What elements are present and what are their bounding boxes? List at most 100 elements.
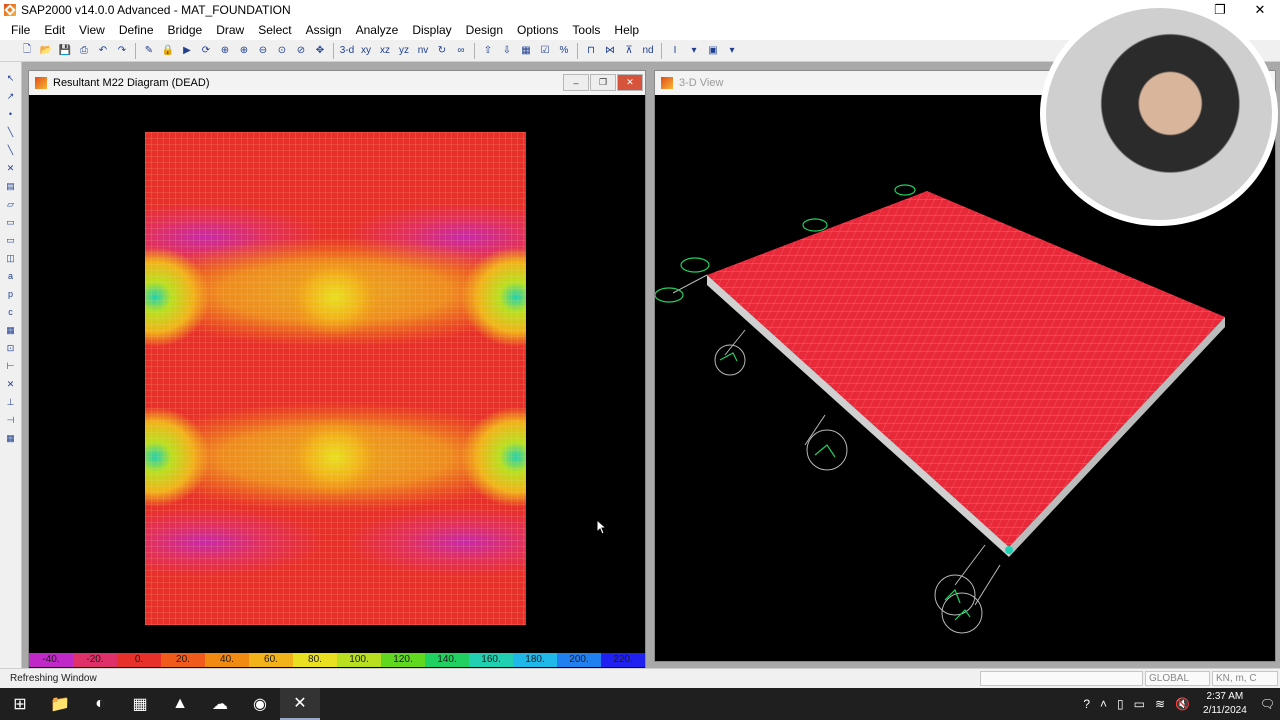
moment-diagram-window[interactable]: Resultant M22 Diagram (DEAD) – ❐ ✕ -40. … bbox=[28, 70, 646, 670]
battery-icon[interactable]: ▭ bbox=[1129, 697, 1150, 711]
down-arrow-icon[interactable]: ⇩ bbox=[498, 42, 516, 60]
m22-contour-map bbox=[145, 132, 526, 625]
refresh-icon[interactable]: ⟳ bbox=[197, 42, 215, 60]
menu-define[interactable]: Define bbox=[112, 23, 161, 37]
snap-fine-grid-icon[interactable]: ▦ bbox=[3, 430, 19, 446]
menu-file[interactable]: File bbox=[4, 23, 37, 37]
undo-icon[interactable]: ↶ bbox=[94, 42, 112, 60]
windows-start-icon[interactable]: ⊞ bbox=[0, 688, 40, 720]
app-icon[interactable]: ☁ bbox=[200, 688, 240, 720]
draw-brace-icon[interactable]: ✕ bbox=[3, 160, 19, 176]
lock-icon[interactable]: 🔒 bbox=[159, 42, 177, 60]
draw-cable-icon[interactable]: ╲ bbox=[3, 142, 19, 158]
chevron-up-icon[interactable]: ˄ bbox=[1095, 697, 1112, 711]
window-minimize-button[interactable]: – bbox=[563, 74, 589, 91]
text-cursor-icon[interactable]: I bbox=[666, 42, 684, 60]
draw-quad-area-icon[interactable]: ▭ bbox=[3, 232, 19, 248]
clear-selection-icon[interactable]: c bbox=[3, 304, 19, 320]
menu-view[interactable]: View bbox=[72, 23, 112, 37]
sap2000-window-icon bbox=[661, 77, 673, 89]
legend-swatch: 140. bbox=[425, 653, 469, 667]
point-icon[interactable]: • bbox=[3, 106, 19, 122]
draw-rect-area-icon[interactable]: ▭ bbox=[3, 214, 19, 230]
menu-bridge[interactable]: Bridge bbox=[161, 23, 210, 37]
zoom-in-icon[interactable]: ⊕ bbox=[235, 42, 253, 60]
frame-icon[interactable]: ⊓ bbox=[582, 42, 600, 60]
dropdown-arrow-icon[interactable]: ▾ bbox=[723, 42, 741, 60]
zoom-window-icon[interactable]: ⊕ bbox=[216, 42, 234, 60]
dropdown-arrow-icon[interactable]: ▾ bbox=[685, 42, 703, 60]
zoom-previous-icon[interactable]: ⊘ bbox=[292, 42, 310, 60]
zoom-out-icon[interactable]: ⊖ bbox=[254, 42, 272, 60]
volume-muted-icon[interactable]: 🔇 bbox=[1170, 697, 1195, 711]
brace-icon[interactable]: ⋈ bbox=[601, 42, 619, 60]
percent-icon[interactable]: % bbox=[555, 42, 573, 60]
view-nd-button[interactable]: nd bbox=[639, 42, 657, 60]
notification-icon[interactable]: 🗨 bbox=[1255, 697, 1280, 711]
intersecting-line-icon[interactable]: ▦ bbox=[3, 322, 19, 338]
draw-section-icon[interactable]: ▤ bbox=[3, 178, 19, 194]
up-arrow-icon[interactable]: ⇧ bbox=[479, 42, 497, 60]
draw-solid-icon[interactable]: ◫ bbox=[3, 250, 19, 266]
pan-icon[interactable]: ✥ bbox=[311, 42, 329, 60]
sap2000-taskbar-icon[interactable]: ✕ bbox=[280, 688, 320, 720]
view-yz-button[interactable]: yz bbox=[395, 42, 413, 60]
snap-ends-icon[interactable]: ⊢ bbox=[3, 358, 19, 374]
view-xy-button[interactable]: xy bbox=[357, 42, 375, 60]
menu-assign[interactable]: Assign bbox=[299, 23, 349, 37]
redo-icon[interactable]: ↷ bbox=[113, 42, 131, 60]
menu-options[interactable]: Options bbox=[510, 23, 565, 37]
edge-browser-icon[interactable]: ◐ bbox=[80, 688, 120, 720]
file-explorer-icon[interactable]: 📁 bbox=[40, 688, 80, 720]
close-button[interactable]: ✕ bbox=[1240, 0, 1280, 20]
wifi-icon[interactable]: ≋ bbox=[1150, 697, 1170, 711]
member-icon[interactable]: ⊼ bbox=[620, 42, 638, 60]
coord-system-select[interactable]: GLOBAL bbox=[1145, 671, 1210, 686]
menu-help[interactable]: Help bbox=[607, 23, 646, 37]
new-model-icon[interactable]: 🗋 bbox=[18, 42, 36, 60]
display-options-icon[interactable]: ▣ bbox=[704, 42, 722, 60]
checkbox-icon[interactable]: ☑ bbox=[536, 42, 554, 60]
status-bar: Refreshing Window GLOBAL KN, m, C bbox=[0, 668, 1280, 688]
menu-edit[interactable]: Edit bbox=[37, 23, 72, 37]
snap-lines-icon[interactable]: ⊣ bbox=[3, 412, 19, 428]
autodesk-icon[interactable]: ▲ bbox=[160, 688, 200, 720]
menu-analyze[interactable]: Analyze bbox=[349, 23, 406, 37]
save-icon[interactable]: 💾 bbox=[56, 42, 74, 60]
moment-contour-plot[interactable] bbox=[29, 95, 645, 651]
menu-draw[interactable]: Draw bbox=[209, 23, 251, 37]
view-xz-button[interactable]: xz bbox=[376, 42, 394, 60]
rotate-icon[interactable]: ↻ bbox=[433, 42, 451, 60]
draw-frame-icon[interactable]: ╲ bbox=[3, 124, 19, 140]
moment-diagram-titlebar[interactable]: Resultant M22 Diagram (DEAD) – ❐ ✕ bbox=[29, 71, 645, 95]
perspective-icon[interactable]: ∞ bbox=[452, 42, 470, 60]
app-grid-icon[interactable]: ▦ bbox=[120, 688, 160, 720]
clock[interactable]: 2:37 AM 2/11/2024 bbox=[1195, 690, 1255, 718]
chrome-icon[interactable]: ◉ bbox=[240, 688, 280, 720]
pointer-icon[interactable]: ↖ bbox=[3, 70, 19, 86]
snap-intersections-icon[interactable]: ✕ bbox=[3, 376, 19, 392]
menu-tools[interactable]: Tools bbox=[565, 23, 607, 37]
units-select[interactable]: KN, m, C bbox=[1212, 671, 1278, 686]
menu-design[interactable]: Design bbox=[459, 23, 510, 37]
run-analysis-icon[interactable]: ▶ bbox=[178, 42, 196, 60]
device-icon[interactable]: ▯ bbox=[1112, 697, 1129, 711]
draw-poly-area-icon[interactable]: ▱ bbox=[3, 196, 19, 212]
snap-perpendicular-icon[interactable]: ⊥ bbox=[3, 394, 19, 410]
help-icon[interactable]: ? bbox=[1078, 697, 1095, 711]
pencil-icon[interactable]: ✎ bbox=[140, 42, 158, 60]
previous-selection-icon[interactable]: p bbox=[3, 286, 19, 302]
open-icon[interactable]: 📂 bbox=[37, 42, 55, 60]
reshape-icon[interactable]: ↗ bbox=[3, 88, 19, 104]
zoom-full-icon[interactable]: ⊙ bbox=[273, 42, 291, 60]
select-all-icon[interactable]: a bbox=[3, 268, 19, 284]
snap-points-icon[interactable]: ⊡ bbox=[3, 340, 19, 356]
grid-icon[interactable]: ▦ bbox=[517, 42, 535, 60]
view-nv-button[interactable]: nv bbox=[414, 42, 432, 60]
view-3d-button[interactable]: 3-d bbox=[338, 42, 356, 60]
print-icon[interactable]: ⎙ bbox=[75, 42, 93, 60]
menu-select[interactable]: Select bbox=[251, 23, 298, 37]
menu-display[interactable]: Display bbox=[405, 23, 458, 37]
window-restore-button[interactable]: ❐ bbox=[590, 74, 616, 91]
window-close-button[interactable]: ✕ bbox=[617, 74, 643, 91]
